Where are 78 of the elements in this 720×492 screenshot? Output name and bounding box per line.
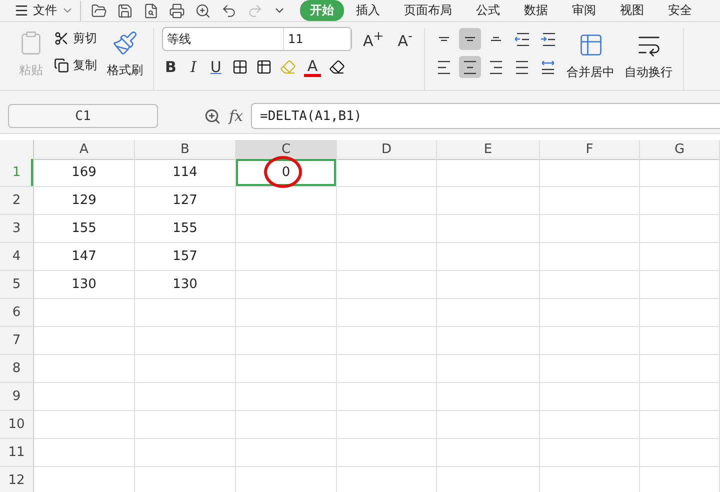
formula-field[interactable]: =DELTA(A1,B1): [251, 103, 720, 129]
table-cell: 155: [135, 215, 236, 243]
align-button[interactable]: [458, 28, 481, 50]
table-cell: 130: [34, 271, 135, 299]
row-header[interactable]: 12: [0, 467, 34, 492]
merge-center-button[interactable]: 合并居中: [564, 30, 617, 90]
row-header[interactable]: 6: [0, 299, 34, 327]
search-icon[interactable]: [204, 108, 221, 124]
save-icon[interactable]: [117, 2, 133, 18]
column-header[interactable]: B: [135, 140, 236, 160]
folder-icon[interactable]: [91, 2, 107, 18]
ribbon-tab[interactable]: 数据: [512, 0, 560, 21]
eraser-icon[interactable]: [328, 59, 345, 75]
column-header[interactable]: C: [236, 140, 337, 160]
ribbon-tab[interactable]: 视图: [608, 0, 656, 21]
align-button[interactable]: [458, 56, 481, 78]
align-outdent-icon: [514, 32, 529, 46]
align-top-icon: [438, 37, 449, 41]
ribbon-tab[interactable]: 页面布局: [392, 0, 464, 21]
font-color-button[interactable]: A: [304, 58, 321, 76]
table-cell: 157: [135, 243, 236, 271]
row-header[interactable]: 2: [0, 187, 34, 215]
ribbon-tab[interactable]: 安全: [656, 0, 704, 21]
wrap-text-button[interactable]: 自动换行: [622, 30, 675, 90]
copy-icon: [54, 58, 69, 73]
column-header[interactable]: A: [34, 140, 135, 160]
column-header[interactable]: F: [540, 140, 640, 160]
name-box[interactable]: C1: [8, 104, 158, 128]
shrink-font-button[interactable]: A$^{-}$: [394, 28, 416, 50]
align-indent-icon: [540, 32, 555, 46]
align-left-icon: [438, 60, 450, 74]
copy-button[interactable]: 复制: [52, 55, 99, 76]
table-cell: 0: [236, 159, 337, 187]
row-header[interactable]: 3: [0, 215, 34, 243]
table-cell: 169: [34, 159, 135, 187]
print-icon[interactable]: [169, 2, 185, 18]
column-header[interactable]: E: [437, 140, 540, 160]
italic-button[interactable]: I: [187, 58, 200, 76]
border-icon[interactable]: [232, 59, 248, 75]
menu-icon: [14, 3, 29, 18]
cut-button[interactable]: 剪切: [52, 28, 99, 49]
row-header[interactable]: 7: [0, 327, 34, 355]
table-cell: 129: [34, 187, 135, 215]
undo-icon[interactable]: [221, 2, 237, 18]
ribbon-tab[interactable]: 公式: [464, 0, 512, 21]
table-cell: 127: [135, 187, 236, 215]
table-cell: 147: [34, 243, 135, 271]
function-label[interactable]: fx: [229, 107, 244, 125]
column-header[interactable]: G: [640, 140, 720, 160]
table-icon: [578, 32, 604, 58]
brush-icon: [112, 30, 138, 56]
align-right-icon: [490, 60, 502, 74]
align-center-icon: [464, 60, 476, 74]
grow-font-button[interactable]: A$^{+}$: [360, 28, 387, 50]
document-icon[interactable]: [143, 2, 159, 18]
preview-icon[interactable]: [195, 2, 211, 18]
format-painter-button[interactable]: 格式刷: [105, 28, 145, 90]
row-header[interactable]: 5: [0, 271, 34, 299]
align-distributed-icon: [542, 60, 554, 74]
underline-button[interactable]: U: [207, 58, 224, 76]
row-header[interactable]: 9: [0, 383, 34, 411]
row-header[interactable]: 4: [0, 243, 34, 271]
scissors-icon: [54, 31, 69, 46]
table-cell: 114: [135, 159, 236, 187]
bold-button[interactable]: B: [162, 58, 180, 76]
row-header[interactable]: 10: [0, 411, 34, 439]
ribbon-tab[interactable]: 审阅: [560, 0, 608, 21]
align-justify-icon: [516, 60, 528, 74]
table-cell: 155: [34, 215, 135, 243]
align-middle-icon: [464, 37, 475, 41]
font-combo[interactable]: 等线 11: [162, 27, 352, 51]
row-header[interactable]: 8: [0, 355, 34, 383]
ribbon-tab[interactable]: 插入: [344, 0, 392, 21]
table-cell: 130: [135, 271, 236, 299]
column-header[interactable]: D: [337, 140, 437, 160]
row-header[interactable]: 11: [0, 439, 34, 467]
cell-style-icon[interactable]: [256, 59, 272, 75]
align-bottom-icon: [490, 37, 501, 41]
